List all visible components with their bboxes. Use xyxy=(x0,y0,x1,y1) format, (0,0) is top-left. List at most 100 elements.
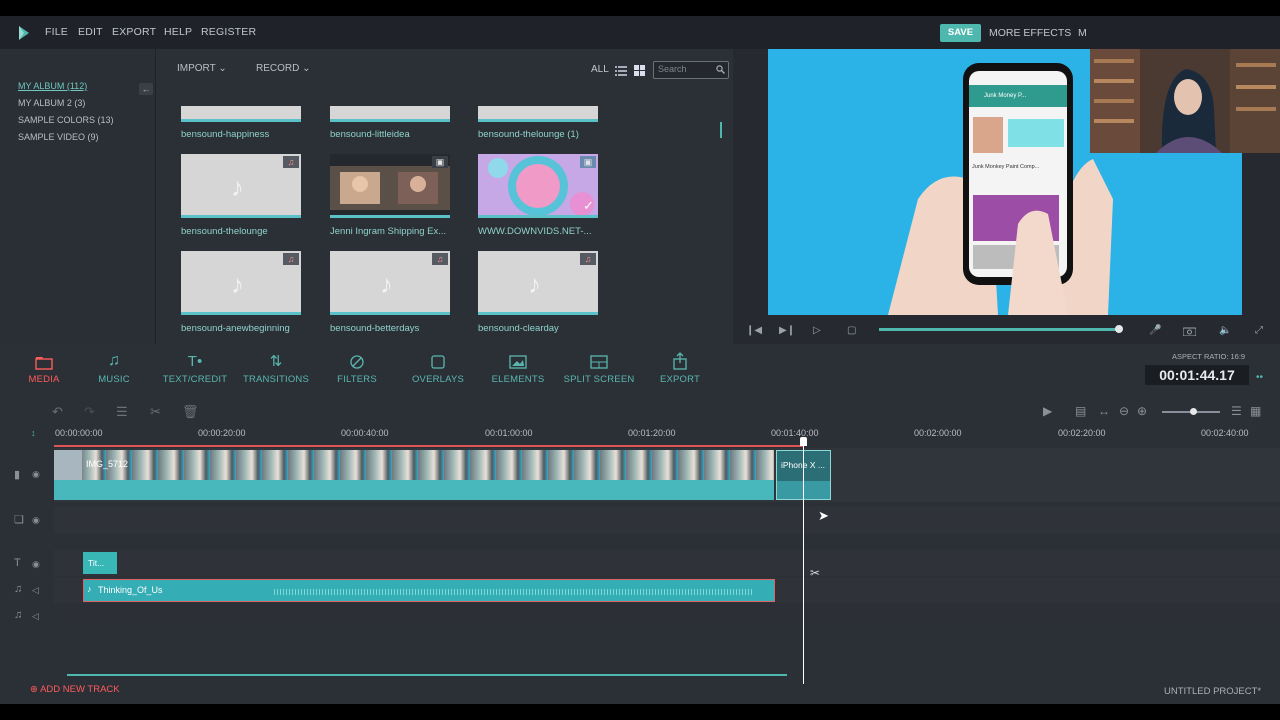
media-thumb[interactable]: ♪ ♫ xyxy=(478,251,598,315)
tool-elements[interactable]: ELEMENTS xyxy=(473,344,563,385)
tool-filters[interactable]: FILTERS xyxy=(312,344,402,385)
plus-circle-icon: ⊕ xyxy=(30,684,38,695)
menu-register[interactable]: REGISTER xyxy=(201,26,256,38)
more-effects-button[interactable]: MORE EFFECTS xyxy=(989,27,1071,39)
save-button[interactable]: SAVE xyxy=(940,24,981,42)
text-track-icon: T xyxy=(14,557,21,569)
play-icon[interactable]: ▷ xyxy=(813,325,821,336)
undo-icon[interactable]: ↶ xyxy=(52,404,63,420)
tool-text[interactable]: T• TEXT/CREDIT xyxy=(150,344,240,385)
tool-label: TEXT/CREDIT xyxy=(162,374,228,385)
speaker-icon[interactable]: ◁ xyxy=(32,611,39,622)
media-thumb[interactable]: ▣ xyxy=(330,154,450,218)
menu-truncated[interactable]: M xyxy=(1078,27,1087,39)
camera-icon[interactable] xyxy=(1183,326,1196,336)
import-dropdown[interactable]: IMPORT ⌄ xyxy=(177,63,227,74)
record-label: RECORD xyxy=(256,63,300,74)
more-dots-icon[interactable]: •• xyxy=(1256,372,1263,383)
media-thumb[interactable]: ♪ ♫ xyxy=(181,251,301,315)
webcam-overlay xyxy=(1090,49,1280,153)
chevron-down-icon: ⌄ xyxy=(218,63,227,74)
eye-icon[interactable]: ◉ xyxy=(32,469,40,480)
title-clip-label: Tit... xyxy=(88,558,105,568)
volume-icon[interactable]: 🔈 xyxy=(1219,325,1231,336)
filter-all[interactable]: ALL xyxy=(591,64,609,75)
music-track-2[interactable] xyxy=(54,603,1280,629)
playhead[interactable] xyxy=(803,446,804,684)
menu-export[interactable]: EXPORT xyxy=(112,26,156,38)
search-input[interactable]: Search xyxy=(658,64,687,74)
collapse-panel-button[interactable]: ← xyxy=(139,83,153,95)
render-icon[interactable]: ▶ xyxy=(1043,404,1052,418)
zoom-in-icon[interactable]: ⊕ xyxy=(1137,404,1147,418)
media-thumb[interactable] xyxy=(330,106,450,122)
snap-icon[interactable]: ↕ xyxy=(31,428,36,438)
scissors-icon[interactable]: ✂ xyxy=(810,566,820,580)
playback-progress[interactable] xyxy=(879,328,1119,331)
list-view-icon[interactable] xyxy=(615,65,627,76)
menu-file[interactable]: FILE xyxy=(45,26,68,38)
media-thumb[interactable]: ♪ ♫ xyxy=(330,251,450,315)
tool-overlays[interactable]: OVERLAYS xyxy=(393,344,483,385)
fullscreen-icon[interactable]: ⤢ xyxy=(1255,325,1263,336)
phone-caption: Junk Monkey Paint Comp... xyxy=(972,164,1040,170)
audio-badge-icon: ♫ xyxy=(580,253,596,265)
video-clip-main[interactable]: IMG_5712 xyxy=(54,450,774,500)
zoom-out-icon[interactable]: ⊖ xyxy=(1119,404,1129,418)
next-frame-icon[interactable]: ▶❙ xyxy=(779,325,795,336)
media-thumb[interactable] xyxy=(181,106,301,122)
tool-split-screen[interactable]: SPLIT SCREEN xyxy=(554,344,644,385)
cut-icon[interactable]: ✂ xyxy=(150,404,161,420)
clip-label: IMG_5712 xyxy=(86,459,129,469)
tool-label: MUSIC xyxy=(98,374,130,385)
album-my-album[interactable]: MY ALBUM (112) xyxy=(18,81,87,91)
eye-icon[interactable]: ◉ xyxy=(32,559,40,570)
adjust-icon[interactable]: ☰ xyxy=(116,404,128,420)
record-dropdown[interactable]: RECORD ⌄ xyxy=(256,63,311,74)
menu-help[interactable]: HELP xyxy=(164,26,192,38)
microphone-icon[interactable]: 🎤 xyxy=(1149,325,1161,336)
album-sample-colors[interactable]: SAMPLE COLORS (13) xyxy=(18,115,114,125)
video-editor-window: FILE EDIT EXPORT HELP REGISTER SAVE MORE… xyxy=(0,16,1280,704)
fit-icon[interactable]: ↔ xyxy=(1098,404,1110,418)
media-label: Jenni Ingram Shipping Ex... xyxy=(330,226,447,237)
timeline-ruler[interactable]: ↕ 00:00:00:00 00:00:20:00 00:00:40:00 00… xyxy=(0,426,1280,447)
tool-music[interactable]: ♫ MUSIC xyxy=(69,344,159,385)
timeline-scrollbar[interactable] xyxy=(67,674,787,676)
zoom-slider-knob[interactable] xyxy=(1190,408,1197,415)
album-sample-video[interactable]: SAMPLE VIDEO (9) xyxy=(18,132,99,142)
video-track-icon: ▮ xyxy=(14,469,21,481)
transitions-icon: ⇅ xyxy=(269,353,283,370)
grid-view-icon[interactable] xyxy=(634,65,646,76)
previous-frame-icon[interactable]: ❙◀ xyxy=(746,325,762,336)
ruler-label: 00:02:00:00 xyxy=(914,428,962,438)
media-thumb[interactable] xyxy=(478,106,598,122)
media-library: IMPORT ⌄ RECORD ⌄ ALL Search bensound-ha… xyxy=(156,49,732,344)
album-panel: MY ALBUM (112) MY ALBUM 2 (3) SAMPLE COL… xyxy=(0,49,156,367)
tool-export[interactable]: EXPORT xyxy=(635,344,725,385)
eye-icon[interactable]: ◉ xyxy=(32,515,40,526)
grid-icon[interactable]: ▦ xyxy=(1250,404,1261,418)
menu-edit[interactable]: EDIT xyxy=(78,26,103,38)
playhead-handle[interactable] xyxy=(800,437,807,446)
delete-icon[interactable]: 🗑 xyxy=(182,404,199,420)
album-my-album-2[interactable]: MY ALBUM 2 (3) xyxy=(18,98,85,108)
search-field[interactable]: Search xyxy=(653,61,729,79)
media-thumb[interactable]: ♪ ♫ xyxy=(181,154,301,218)
pip-track[interactable] xyxy=(54,506,1280,534)
audio-clip[interactable]: ♪ Thinking_Of_Us xyxy=(83,579,775,602)
redo-icon[interactable]: ↷ xyxy=(84,404,95,420)
playback-knob[interactable] xyxy=(1115,325,1123,333)
ruler-label: 00:02:40:00 xyxy=(1201,428,1249,438)
audio-mixer-icon[interactable]: ▤ xyxy=(1075,404,1086,418)
media-thumb[interactable]: ▣ ✓ xyxy=(478,154,598,218)
timecode-display: 00:01:44.17 xyxy=(1145,365,1249,385)
text-track[interactable] xyxy=(54,550,1280,576)
stop-icon[interactable]: ▢ xyxy=(847,325,856,336)
mouse-cursor-icon: ➤ xyxy=(818,508,829,523)
tool-transitions[interactable]: ⇅ TRANSITIONS xyxy=(231,344,321,385)
list-icon[interactable]: ☰ xyxy=(1231,404,1242,418)
speaker-icon[interactable]: ◁ xyxy=(32,585,39,596)
add-new-track-button[interactable]: ⊕ ADD NEW TRACK xyxy=(30,684,120,695)
media-scrollbar[interactable] xyxy=(720,122,722,138)
